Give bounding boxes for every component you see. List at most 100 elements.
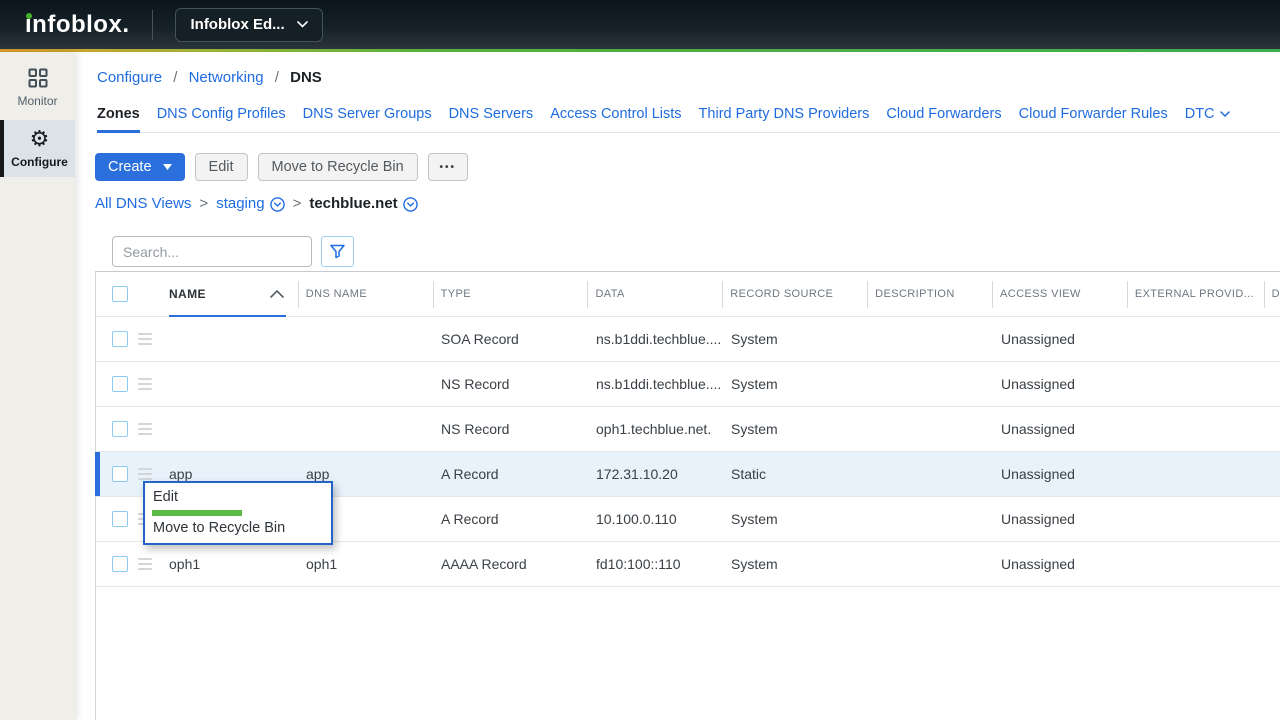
column-header-name[interactable]: NAME (169, 272, 298, 317)
row-checkbox[interactable] (112, 556, 128, 572)
zone-dropdown-icon[interactable] (403, 197, 418, 212)
column-header-dns-name[interactable]: DNS NAME (298, 272, 433, 317)
breadcrumb-separator: / (173, 69, 177, 86)
cell-type: SOA Record (433, 331, 588, 347)
top-header: infoblox. Infoblox Ed... (0, 0, 1280, 49)
column-header-data[interactable]: DATA (587, 272, 722, 317)
tab-dns-config-profiles[interactable]: DNS Config Profiles (157, 106, 286, 132)
row-menu-cell (138, 333, 169, 345)
row-checkbox[interactable] (112, 466, 128, 482)
tab-cloud-forwarders[interactable]: Cloud Forwarders (886, 106, 1001, 132)
cell-record-source: System (723, 421, 868, 437)
staging-dropdown-icon[interactable] (270, 197, 285, 212)
cell-access-view: Unassigned (993, 376, 1128, 392)
column-header-access-view[interactable]: ACCESS VIEW (992, 272, 1127, 317)
sidebar-item-configure[interactable]: ⚙ Configure (0, 120, 75, 177)
tab-dtc[interactable]: DTC (1185, 106, 1230, 132)
row-checkbox-cell (96, 556, 138, 572)
app-switcher-label: Infoblox Ed... (190, 16, 284, 33)
row-checkbox[interactable] (112, 331, 128, 347)
breadcrumb: Configure / Networking / DNS (97, 69, 322, 86)
cell-type: A Record (433, 466, 588, 482)
column-header-external-providers[interactable]: EXTERNAL PROVID... (1127, 272, 1264, 317)
sidebar-item-monitor[interactable]: Monitor (0, 60, 75, 115)
table-row[interactable]: NS Record ns.b1ddi.techblue.... System U… (96, 362, 1280, 407)
breadcrumb-networking-link[interactable]: Networking (189, 69, 264, 86)
row-actions-icon[interactable] (138, 333, 152, 345)
breadcrumb-current-page: DNS (290, 69, 322, 86)
filter-funnel-icon (329, 243, 346, 260)
row-menu-cell (138, 378, 169, 390)
row-checkbox-cell (96, 421, 138, 437)
table-row[interactable]: oph1 oph1 AAAA Record fd10:100::110 Syst… (96, 542, 1280, 587)
sidebar: Monitor ⚙ Configure (0, 52, 75, 720)
row-checkbox[interactable] (112, 511, 128, 527)
row-actions-icon[interactable] (138, 468, 152, 480)
column-header-record-source[interactable]: RECORD SOURCE (722, 272, 867, 317)
gear-icon: ⚙ (30, 129, 50, 151)
column-header-type[interactable]: TYPE (433, 272, 588, 317)
edit-button[interactable]: Edit (195, 153, 248, 181)
cell-record-source: System (723, 511, 868, 527)
cell-dns-name: oph1 (298, 556, 433, 572)
cell-record-source: System (723, 331, 868, 347)
table-row[interactable]: SOA Record ns.b1ddi.techblue.... System … (96, 317, 1280, 362)
cell-name: app (169, 466, 298, 482)
row-checkbox[interactable] (112, 421, 128, 437)
tab-access-control-lists[interactable]: Access Control Lists (550, 106, 681, 132)
cell-record-source: System (723, 556, 868, 572)
move-to-recycle-bin-button[interactable]: Move to Recycle Bin (258, 153, 418, 181)
context-menu-item-move-to-recycle-bin[interactable]: Move to Recycle Bin (145, 520, 331, 537)
row-checkbox-cell (96, 376, 138, 392)
create-button[interactable]: Create (95, 153, 185, 181)
breadcrumb-configure-link[interactable]: Configure (97, 69, 162, 86)
cell-type: A Record (433, 511, 588, 527)
column-header-description[interactable]: DESCRIPTION (867, 272, 992, 317)
staging-view-link[interactable]: staging (216, 195, 264, 212)
create-button-label: Create (108, 159, 152, 175)
row-checkbox[interactable] (112, 376, 128, 392)
cell-access-view: Unassigned (993, 331, 1128, 347)
row-checkbox-cell (96, 466, 138, 482)
search-input[interactable] (112, 236, 312, 267)
sidebar-item-label: Monitor (17, 94, 57, 108)
table-row[interactable]: NS Record oph1.techblue.net. System Unas… (96, 407, 1280, 452)
tab-zones[interactable]: Zones (97, 106, 140, 132)
table-header-row: NAME DNS NAME TYPE DATA RECORD SOURCE DE… (96, 272, 1280, 317)
row-checkbox-cell (96, 511, 138, 527)
row-context-menu: Edit Move to Recycle Bin (143, 481, 333, 545)
row-actions-icon[interactable] (138, 378, 152, 390)
column-header-truncated[interactable]: D (1264, 272, 1280, 317)
cell-access-view: Unassigned (993, 421, 1128, 437)
logo-green-dot (26, 13, 32, 19)
cell-type: AAAA Record (433, 556, 588, 572)
filter-button[interactable] (321, 236, 354, 267)
tab-third-party-dns-providers[interactable]: Third Party DNS Providers (699, 106, 870, 132)
tab-dtc-label: DTC (1185, 106, 1215, 122)
logo-text: infoblox. (25, 11, 129, 38)
caret-down-icon (163, 164, 172, 170)
select-all-checkbox[interactable] (112, 286, 128, 302)
cell-data: 10.100.0.110 (588, 511, 723, 527)
row-menu-cell (138, 423, 169, 435)
zone-breadcrumb-separator: > (293, 195, 302, 212)
row-actions-icon[interactable] (138, 423, 152, 435)
tab-dns-server-groups[interactable]: DNS Server Groups (303, 106, 432, 132)
cell-data: ns.b1ddi.techblue.... (588, 376, 723, 392)
cell-data: 172.31.10.20 (588, 466, 723, 482)
all-dns-views-link[interactable]: All DNS Views (95, 195, 191, 212)
app-switcher-dropdown[interactable]: Infoblox Ed... (175, 8, 322, 42)
tab-cloud-forwarder-rules[interactable]: Cloud Forwarder Rules (1019, 106, 1168, 132)
zone-breadcrumb-separator: > (199, 195, 208, 212)
main-content: Configure / Networking / DNS Zones DNS C… (75, 52, 1280, 720)
more-actions-button[interactable]: ••• (428, 153, 468, 181)
column-header-label: NAME (169, 287, 206, 301)
header-divider (152, 10, 153, 40)
zone-breadcrumb: All DNS Views > staging > techblue.net (95, 194, 418, 212)
current-zone-label: techblue.net (309, 195, 397, 212)
row-actions-icon[interactable] (138, 558, 152, 570)
sort-ascending-icon (270, 290, 284, 298)
sidebar-item-label: Configure (11, 155, 68, 169)
tab-dns-servers[interactable]: DNS Servers (449, 106, 534, 132)
context-menu-item-edit[interactable]: Edit (145, 489, 331, 506)
